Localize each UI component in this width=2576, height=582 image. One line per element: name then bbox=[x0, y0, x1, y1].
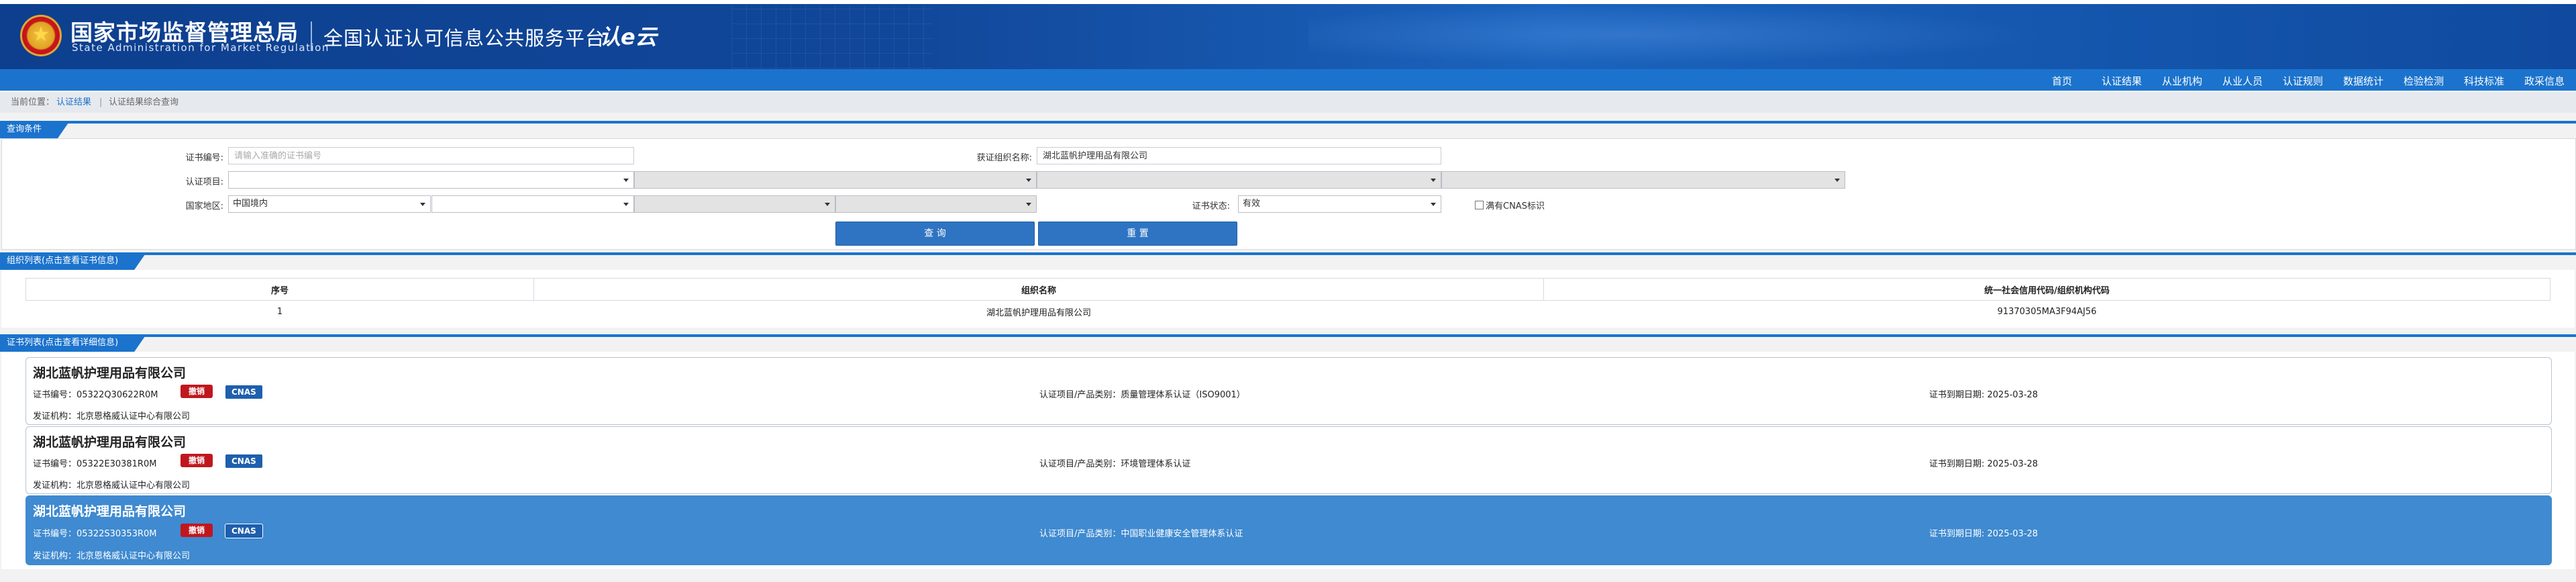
cert-section-label: 证书列表(点击查看详细信息) bbox=[0, 334, 146, 352]
cert-issuer: 发证机构：北京恩格威认证中心有限公司 bbox=[33, 411, 191, 422]
nav-home[interactable]: 首页 bbox=[2052, 74, 2072, 88]
project-select-1[interactable] bbox=[228, 171, 634, 189]
cert-no-label: 证书编号: bbox=[185, 153, 223, 163]
cert-project: 认证项目/产品类别：质量管理体系认证（ISO9001） bbox=[1039, 390, 1245, 400]
col-credit-code: 统一社会信用代码/组织机构代码 bbox=[1543, 278, 2551, 301]
cert-expire: 证书到期日期: 2025-03-28 bbox=[1929, 390, 2039, 400]
cert-expire: 证书到期日期: 2025-03-28 bbox=[1929, 529, 2039, 539]
nav-cert-results[interactable]: 认证结果 bbox=[2102, 74, 2142, 88]
revoked-badge: 撤销 bbox=[181, 454, 213, 467]
org-section-bar bbox=[0, 252, 2576, 255]
header-glow bbox=[1308, 0, 2114, 69]
org-table: 序号 组织名称 统一社会信用代码/组织机构代码 1 湖北蓝帆护理用品有限公司 9… bbox=[25, 278, 2551, 322]
cert-number: 证书编号：05322Q30622R0M bbox=[33, 390, 158, 400]
cert-card[interactable]: 湖北蓝帆护理用品有限公司 证书编号：05322E30381R0M 撤销 CNAS… bbox=[25, 426, 2552, 494]
platform-logo: 认e云 bbox=[599, 24, 657, 50]
cert-issuer: 发证机构：北京恩格威认证中心有限公司 bbox=[33, 551, 191, 561]
cnas-badge: CNAS bbox=[225, 385, 263, 399]
breadcrumb-link[interactable]: 认证结果 bbox=[56, 93, 91, 113]
table-row[interactable]: 1 湖北蓝帆护理用品有限公司 91370305MA3F94AJ56 bbox=[26, 301, 2551, 323]
cert-number: 证书编号：05322E30381R0M bbox=[33, 459, 157, 469]
cert-org-name: 湖北蓝帆护理用品有限公司 bbox=[33, 435, 187, 450]
cert-number: 证书编号：05322S30353R0M bbox=[33, 529, 157, 539]
checkbox-icon[interactable] bbox=[1475, 201, 1484, 209]
nav-practitioners[interactable]: 从业人员 bbox=[2222, 74, 2263, 88]
revoked-badge: 撤销 bbox=[181, 385, 213, 398]
cert-project: 认证项目/产品类别：环境管理体系认证 bbox=[1039, 459, 1191, 469]
org-name-label: 获证组织名称: bbox=[976, 153, 1032, 163]
cert-project: 认证项目/产品类别：中国职业健康安全管理体系认证 bbox=[1039, 529, 1243, 539]
cnas-badge: CNAS bbox=[225, 454, 263, 469]
revoked-badge: 撤销 bbox=[181, 524, 213, 537]
header-divider bbox=[311, 21, 312, 51]
cert-card-selected[interactable]: 湖北蓝帆护理用品有限公司 证书编号：05322S30353R0M 撤销 CNAS… bbox=[25, 495, 2552, 565]
project-label: 认证项目: bbox=[185, 177, 223, 187]
cnas-badge: CNAS bbox=[225, 524, 263, 538]
row-no: 1 bbox=[276, 306, 283, 317]
status-select[interactable]: 有效 bbox=[1238, 195, 1441, 213]
nav-cert-rules[interactable]: 认证规则 bbox=[2283, 74, 2323, 88]
region-select-province[interactable] bbox=[431, 195, 634, 213]
org-section-label: 组织列表(点击查看证书信息) bbox=[0, 252, 146, 270]
region-select-district[interactable] bbox=[835, 195, 1037, 213]
query-section-bar bbox=[0, 121, 2576, 124]
project-select-4[interactable] bbox=[1441, 171, 1845, 189]
org-name-en: State Administration for Market Regulati… bbox=[72, 42, 329, 54]
cert-issuer: 发证机构：北京恩格威认证中心有限公司 bbox=[33, 481, 191, 491]
col-org-name: 组织名称 bbox=[533, 278, 1544, 301]
project-select-2[interactable] bbox=[634, 171, 1037, 189]
status-label: 证书状态: bbox=[1192, 201, 1230, 211]
region-select-country[interactable]: 中国境内 bbox=[228, 195, 431, 213]
breadcrumb-current: 认证结果综合查询 bbox=[109, 97, 179, 107]
site-header: 国家市场监督管理总局 State Administration for Mark… bbox=[0, 0, 2576, 69]
platform-title: 全国认证认可信息公共服务平台 bbox=[323, 27, 606, 50]
search-button[interactable]: 查 询 bbox=[835, 222, 1035, 246]
cert-section-bar bbox=[0, 334, 2576, 337]
nav-procurement[interactable]: 政采信息 bbox=[2524, 74, 2565, 88]
main-nav: 首页 认证结果 从业机构 从业人员 认证规则 数据统计 检验检测 科技标准 政采… bbox=[0, 69, 2576, 91]
region-select-city[interactable] bbox=[634, 195, 835, 213]
cert-org-name: 湖北蓝帆护理用品有限公司 bbox=[33, 366, 187, 381]
nav-standards[interactable]: 科技标准 bbox=[2464, 74, 2504, 88]
breadcrumb: 当前位置： 认证结果 | 认证结果综合查询 bbox=[0, 93, 2576, 113]
cnas-checkbox[interactable]: 满有CNAS标识 bbox=[1475, 199, 1545, 211]
col-no: 序号 bbox=[25, 278, 534, 301]
cert-card[interactable]: 湖北蓝帆护理用品有限公司 证书编号：05322Q30622R0M 撤销 CNAS… bbox=[25, 357, 2552, 425]
nav-statistics[interactable]: 数据统计 bbox=[2343, 74, 2383, 88]
cnas-checkbox-label: 满有CNAS标识 bbox=[1486, 201, 1545, 211]
breadcrumb-separator: | bbox=[99, 97, 103, 107]
national-emblem-icon bbox=[20, 15, 62, 56]
nav-institutions[interactable]: 从业机构 bbox=[2162, 74, 2202, 88]
org-name-input[interactable]: 湖北蓝帆护理用品有限公司 bbox=[1037, 147, 1441, 164]
row-org-name[interactable]: 湖北蓝帆护理用品有限公司 bbox=[534, 301, 1544, 323]
query-panel: 证书编号: 请输入准确的证书编号 获证组织名称: 湖北蓝帆护理用品有限公司 认证… bbox=[1, 138, 2576, 250]
cert-no-input[interactable]: 请输入准确的证书编号 bbox=[228, 147, 634, 164]
reset-button[interactable]: 重 置 bbox=[1038, 222, 1237, 246]
cert-org-name: 湖北蓝帆护理用品有限公司 bbox=[33, 504, 187, 519]
breadcrumb-prefix: 当前位置： bbox=[11, 97, 55, 107]
project-select-3[interactable] bbox=[1037, 171, 1441, 189]
row-credit-code: 91370305MA3F94AJ56 bbox=[1997, 306, 2097, 317]
region-label: 国家地区: bbox=[185, 201, 223, 211]
query-section-label: 查询条件 bbox=[0, 121, 70, 138]
top-strip bbox=[0, 0, 2576, 4]
cert-expire: 证书到期日期: 2025-03-28 bbox=[1929, 459, 2039, 469]
nav-inspection[interactable]: 检验检测 bbox=[2404, 74, 2444, 88]
header-grid-decoration bbox=[731, 5, 933, 68]
